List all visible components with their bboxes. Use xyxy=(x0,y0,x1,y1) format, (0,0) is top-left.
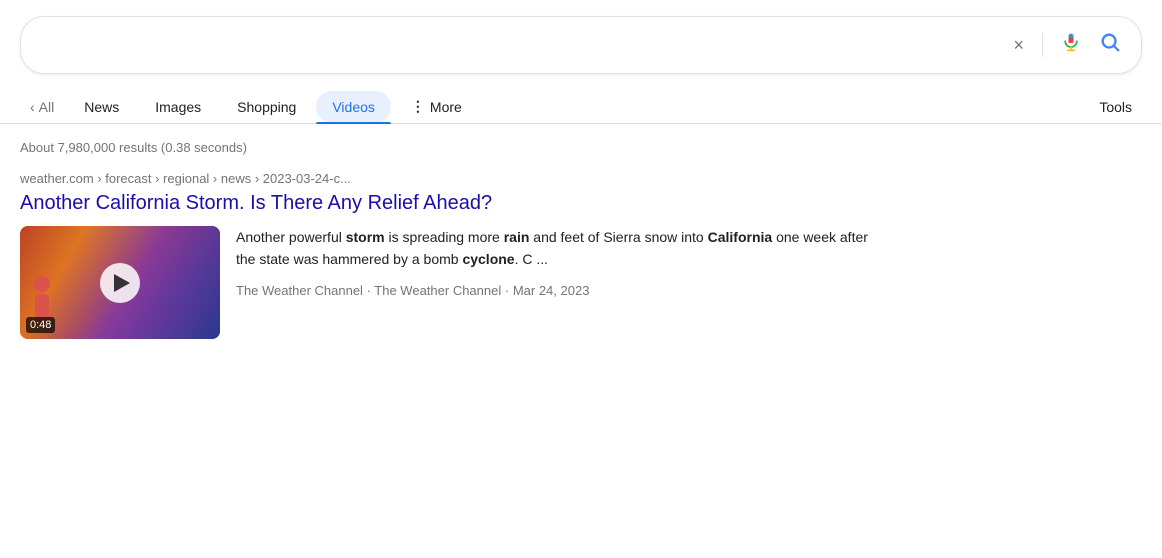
result-meta: The Weather Channel · The Weather Channe… xyxy=(236,281,880,302)
meta-source: The Weather Channel xyxy=(236,283,363,298)
tabs-row: ‹ All News Images Shopping Videos ⋮ More… xyxy=(0,86,1162,124)
clear-icon[interactable]: × xyxy=(1009,31,1028,60)
more-dots-icon: ⋮ xyxy=(411,98,426,115)
tab-videos-label: Videos xyxy=(332,99,375,115)
duration-badge: 0:48 xyxy=(26,317,55,333)
bold-storm: storm xyxy=(346,229,385,245)
back-chevron-icon: ‹ xyxy=(30,99,35,115)
tab-shopping-label: Shopping xyxy=(237,99,296,115)
play-triangle-icon xyxy=(114,274,130,292)
snippet-text: Another powerful storm is spreading more… xyxy=(236,229,868,267)
tab-more-label: More xyxy=(430,99,462,115)
meta-via: The Weather Channel xyxy=(374,283,501,298)
tools-label: Tools xyxy=(1099,99,1132,115)
search-bar-row: california storm ahead × xyxy=(0,0,1162,86)
bold-california: California xyxy=(708,229,773,245)
meta-date: Mar 24, 2023 xyxy=(513,283,590,298)
result-item: weather.com › forecast › regional › news… xyxy=(0,163,900,355)
search-input[interactable]: california storm ahead xyxy=(37,36,999,54)
tab-all-label[interactable]: All xyxy=(39,99,55,115)
bold-rain: rain xyxy=(504,229,530,245)
tab-videos[interactable]: Videos xyxy=(316,91,391,123)
meta-separator-2: · xyxy=(505,283,513,298)
result-thumbnail[interactable]: 0:48 xyxy=(20,226,220,339)
result-breadcrumb: weather.com › forecast › regional › news… xyxy=(20,171,880,186)
search-divider xyxy=(1042,33,1043,57)
tab-images-label: Images xyxy=(155,99,201,115)
results-count: About 7,980,000 results (0.38 seconds) xyxy=(20,140,247,155)
mic-icon[interactable] xyxy=(1057,28,1085,62)
result-title[interactable]: Another California Storm. Is There Any R… xyxy=(20,190,880,216)
search-box: california storm ahead × xyxy=(20,16,1142,74)
result-content: 0:48 Another powerful storm is spreading… xyxy=(20,226,880,339)
breadcrumb-path: › forecast › regional › news › 2023-03-2… xyxy=(94,171,351,186)
tab-tools[interactable]: Tools xyxy=(1089,91,1142,123)
result-snippet: Another powerful storm is spreading more… xyxy=(236,226,880,302)
tab-news-label: News xyxy=(84,99,119,115)
bold-cyclone: cyclone xyxy=(462,251,514,267)
results-info: About 7,980,000 results (0.38 seconds) xyxy=(0,124,1162,163)
tab-more[interactable]: ⋮ More xyxy=(395,90,478,123)
tab-back[interactable]: ‹ All xyxy=(20,91,64,123)
search-icon[interactable] xyxy=(1095,27,1125,63)
play-button[interactable] xyxy=(100,263,140,303)
breadcrumb-site: weather.com xyxy=(20,171,94,186)
tab-shopping[interactable]: Shopping xyxy=(221,91,312,123)
tab-images[interactable]: Images xyxy=(139,91,217,123)
tab-news[interactable]: News xyxy=(68,91,135,123)
